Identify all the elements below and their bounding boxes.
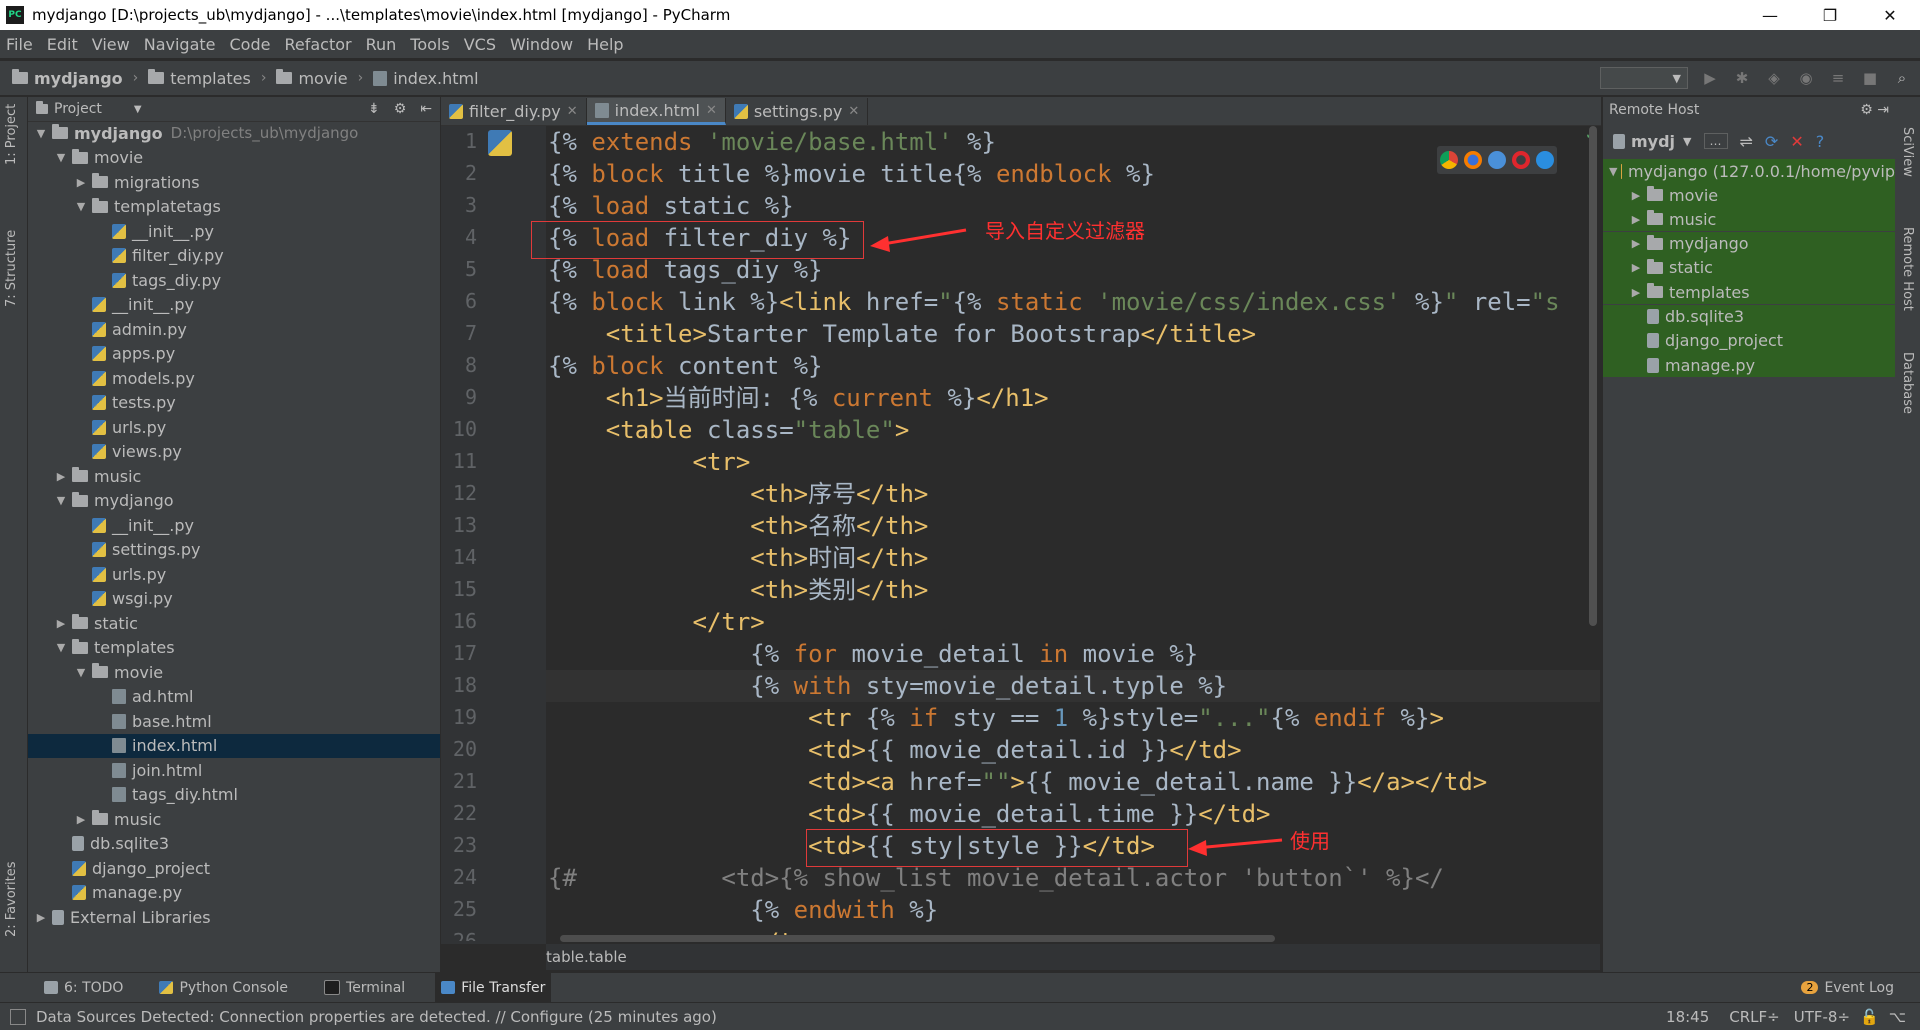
python-console-icon [159,981,174,994]
more-button[interactable]: … [1703,133,1728,149]
delete-icon[interactable]: ✕ [1790,132,1803,151]
horizontal-scrollbar[interactable] [560,935,1275,942]
chevron-right-icon[interactable]: ▶ [1629,213,1643,226]
remote-tree-item[interactable]: ▶ movie [1603,183,1895,207]
remote-item-label: manage.py [1665,355,1756,375]
file-encoding[interactable]: UTF-8÷ [1794,1008,1850,1026]
tab-python-console[interactable]: Python Console [153,973,294,1003]
remote-tree-item[interactable]: ▶ music [1603,207,1895,232]
tab-database[interactable]: Database [1900,352,1915,414]
filter-icon[interactable]: ⇌ [1740,132,1753,151]
folder-icon [1647,234,1663,250]
remote-tree-root[interactable]: ▼ mydjango (127.0.0.1/home/pyvip [1603,159,1895,183]
lock-icon[interactable]: 🔓 [1860,1008,1879,1026]
editor-breadcrumb[interactable]: table.table [546,944,1600,970]
remote-tree-item[interactable]: ▶ static [1603,255,1895,280]
folder-icon [1647,258,1663,274]
chevron-right-icon[interactable]: ▶ [1629,286,1643,299]
remote-host-panel: Remote Host ⚙ ⇥ mydj ▼ … ⇌ ⟳ ✕ ? ▼ mydjan… [1602,97,1895,972]
remote-tree-item[interactable]: manage.py [1603,353,1895,378]
remote-host-title: Remote Host [1609,102,1700,118]
remote-host-toolbar: mydj ▼ … ⇌ ⟳ ✕ ? [1603,123,1895,159]
remote-tree-item[interactable]: db.sqlite3 [1603,304,1895,329]
folder-icon [1647,283,1663,299]
server-select[interactable]: mydj ▼ [1613,132,1692,151]
status-bar: Data Sources Detected: Connection proper… [0,1002,1920,1030]
file-icon [1647,333,1659,349]
chevron-down-icon[interactable]: ▼ [1609,165,1617,178]
chevron-right-icon[interactable]: ▶ [1629,237,1643,250]
chevron-right-icon[interactable]: ▶ [1629,189,1643,202]
chrome-icon[interactable] [1440,151,1458,169]
folder-icon [1647,210,1663,226]
remote-item-label: static [1669,258,1713,278]
tab-remote-host[interactable]: Remote Host [1900,227,1915,311]
server-icon [1613,133,1625,149]
tab-file-transfer[interactable]: File Transfer [435,972,552,1003]
right-tool-stripe: SciView Remote Host Database [1895,97,1920,972]
remote-item-label: templates [1669,282,1750,302]
folder-icon [1647,186,1663,201]
remote-tree-item[interactable]: django_project [1603,328,1895,353]
annotation-import-filter: 导入自定义过滤器 [985,219,1145,243]
status-message[interactable]: Data Sources Detected: Connection proper… [36,1008,717,1026]
firefox-icon[interactable] [1464,151,1482,169]
line-separator[interactable]: CRLF÷ [1729,1008,1779,1026]
remote-root-label: mydjango (127.0.0.1/home/pyvip [1627,161,1895,181]
refresh-icon[interactable]: ⟳ [1765,132,1778,151]
tab-sciview[interactable]: SciView [1900,127,1915,177]
help-icon[interactable]: ? [1816,132,1825,151]
tab-terminal[interactable]: Terminal [318,973,411,1003]
vertical-scrollbar[interactable] [1589,126,1597,626]
chevron-right-icon[interactable]: ▶ [1629,261,1643,274]
file-icon [1647,309,1659,324]
safari-icon[interactable] [1488,151,1506,169]
event-log-button[interactable]: 2 Event Log [1795,973,1900,1003]
git-icon[interactable]: ⌥ [1889,1008,1906,1026]
hide-panel-icon[interactable]: ⇥ [1877,102,1889,118]
todo-icon [44,981,58,994]
caret-position[interactable]: 18:45 [1666,1008,1709,1026]
terminal-icon [324,980,341,995]
remote-item-label: music [1669,209,1717,229]
remote-tree-item[interactable]: ▶ mydjango [1603,231,1895,256]
gear-icon[interactable]: ⚙ [1860,102,1873,118]
event-count-badge: 2 [1801,981,1819,994]
remote-item-label: movie [1669,185,1719,205]
remote-tree-item[interactable]: ▶ templates [1603,280,1895,305]
remote-item-label: mydjango [1669,234,1749,254]
opera-icon[interactable] [1512,151,1530,169]
tab-todo[interactable]: 6: TODO [38,973,129,1003]
status-icon[interactable] [10,1008,26,1025]
remote-item-label: db.sqlite3 [1665,307,1745,326]
remote-item-label: django_project [1665,331,1784,351]
bottom-tool-tabs: 6: TODO Python Console Terminal File Tra… [0,972,1920,1003]
file-icon [1647,357,1659,373]
file-transfer-icon [441,981,456,994]
browser-preview-icons [1437,146,1557,174]
annotation-use: 使用 [1290,829,1330,853]
ie-icon[interactable] [1536,151,1554,169]
remote-host-header: Remote Host ⚙ ⇥ [1603,97,1895,123]
